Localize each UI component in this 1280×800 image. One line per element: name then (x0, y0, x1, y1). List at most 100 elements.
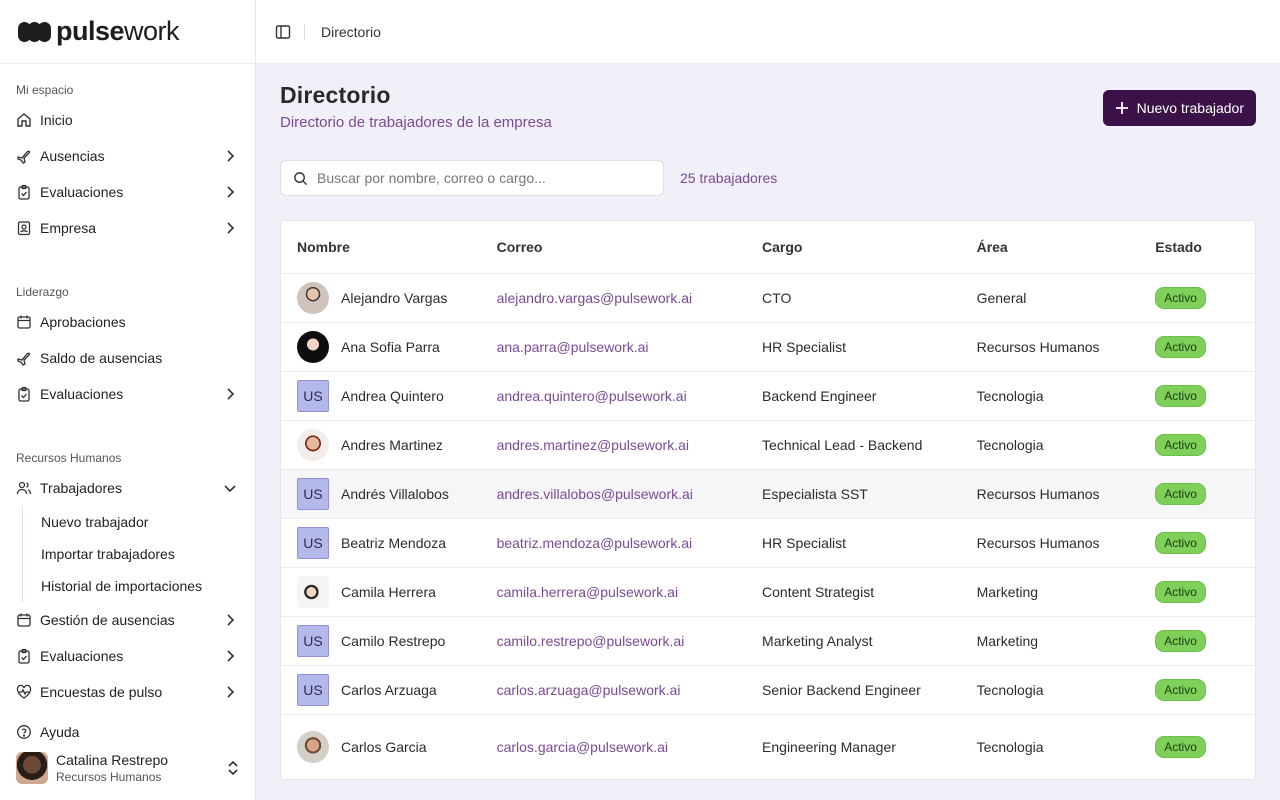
search-box[interactable] (280, 160, 664, 196)
chevron-right-icon (227, 388, 235, 400)
plus-icon (1115, 102, 1128, 114)
status-badge: Activo (1155, 532, 1206, 554)
sidebar-item-label: Trabajadores (40, 480, 122, 496)
sidebar-item-trabajadores[interactable]: Trabajadores (0, 470, 255, 506)
worker-email-link[interactable]: camilo.restrepo@pulsework.ai (497, 633, 685, 649)
worker-email-link[interactable]: andres.martinez@pulsework.ai (497, 437, 689, 453)
worker-name: Andrés Villalobos (341, 486, 449, 502)
worker-role: Marketing Analyst (762, 633, 873, 649)
topbar: Directorio (256, 0, 1280, 64)
worker-email-link[interactable]: andres.villalobos@pulsework.ai (497, 486, 693, 502)
chevron-right-icon (227, 186, 235, 198)
sidebar-item-gestion-ausencias[interactable]: Gestión de ausencias (0, 602, 255, 638)
section-label-mi-espacio: Mi espacio (16, 83, 74, 97)
column-header-correo: Correo (496, 239, 543, 255)
breadcrumb[interactable]: Directorio (321, 24, 381, 40)
avatar (297, 282, 329, 314)
column-header-nombre: Nombre (297, 239, 350, 255)
worker-area: Recursos Humanos (976, 535, 1100, 551)
worker-name: Camila Herrera (341, 584, 436, 600)
logo-mark-icon (18, 21, 51, 42)
search-input[interactable] (317, 170, 637, 186)
worker-name: Andres Martinez (341, 437, 443, 453)
worker-name: Carlos Garcia (341, 739, 427, 755)
calendar-icon (16, 314, 32, 330)
table-row[interactable]: Carlos Garcia carlos.garcia@pulsework.ai… (281, 715, 1255, 779)
sidebar-subitem-importar-trabajadores[interactable]: Importar trabajadores (23, 538, 255, 570)
status-badge: Activo (1155, 434, 1206, 456)
calendar-icon (16, 612, 32, 628)
workers-table: Nombre Correo Cargo Área Estado Alejandr… (280, 220, 1256, 780)
sidebar-item-evaluaciones-rrhh[interactable]: Evaluaciones (0, 638, 255, 674)
clipboard-check-icon (16, 184, 32, 200)
sidebar-item-ausencias[interactable]: Ausencias (0, 138, 255, 174)
worker-email-link[interactable]: camila.herrera@pulsework.ai (497, 584, 679, 600)
worker-area: Tecnologia (976, 437, 1044, 453)
new-worker-button[interactable]: Nuevo trabajador (1102, 90, 1256, 126)
table-row[interactable]: Andres Martinez andres.martinez@pulsewor… (281, 421, 1255, 470)
pulsework-logo[interactable]: pulsework (0, 0, 255, 64)
section-label-liderazgo: Liderazgo (16, 285, 69, 299)
home-icon (16, 112, 32, 128)
worker-name: Alejandro Vargas (341, 290, 448, 306)
clipboard-check-icon (16, 648, 32, 664)
help-circle-icon (16, 724, 32, 740)
status-badge: Activo (1155, 287, 1206, 309)
sidebar-item-aprobaciones[interactable]: Aprobaciones (0, 304, 255, 340)
sidebar-item-evaluaciones[interactable]: Evaluaciones (0, 174, 255, 210)
heart-pulse-icon (16, 684, 32, 700)
status-badge: Activo (1155, 581, 1206, 603)
worker-email-link[interactable]: beatriz.mendoza@pulsework.ai (497, 535, 693, 551)
table-row[interactable]: Alejandro Vargas alejandro.vargas@pulsew… (281, 274, 1255, 323)
column-header-cargo: Cargo (762, 239, 803, 255)
sidebar-item-label: Saldo de ausencias (40, 350, 163, 366)
chevron-right-icon (227, 222, 235, 234)
sidebar-item-encuestas-pulso[interactable]: Encuestas de pulso (0, 674, 255, 710)
worker-email-link[interactable]: andrea.quintero@pulsework.ai (497, 388, 687, 404)
sidebar-toggle-icon[interactable] (274, 23, 292, 41)
section-label-recursos-humanos: Recursos Humanos (16, 451, 122, 465)
sidebar-item-label: Evaluaciones (40, 184, 124, 200)
avatar: US (297, 478, 329, 510)
chevron-down-icon (224, 485, 236, 493)
column-header-area: Área (976, 239, 1008, 255)
worker-name: Camilo Restrepo (341, 633, 446, 649)
page-subtitle: Directorio de trabajadores de la empresa (280, 114, 552, 131)
sidebar-subitem-historial-importaciones[interactable]: Historial de importaciones (23, 570, 255, 602)
search-icon (294, 171, 308, 185)
table-row[interactable]: US Camilo Restrepo camilo.restrepo@pulsew… (281, 617, 1255, 666)
logo-text: pulsework (56, 16, 180, 46)
chevron-right-icon (227, 150, 235, 162)
sidebar-item-evaluaciones-liderazgo[interactable]: Evaluaciones (0, 376, 255, 412)
sidebar: pulsework Mi espacio Inicio Ausencias Ev… (0, 0, 256, 800)
status-badge: Activo (1155, 630, 1206, 652)
worker-email-link[interactable]: carlos.arzuaga@pulsework.ai (497, 682, 681, 698)
table-row[interactable]: US Carlos Arzuaga carlos.arzuaga@pulsewor… (281, 666, 1255, 715)
table-row[interactable]: US Beatriz Mendoza beatriz.mendoza@pulsew… (281, 519, 1255, 568)
table-row[interactable]: US Andrés Villalobos andres.villalobos@pu… (281, 470, 1255, 519)
sidebar-item-saldo-ausencias[interactable]: Saldo de ausencias (0, 340, 255, 376)
avatar (297, 429, 329, 461)
user-menu[interactable]: Catalina Restrepo Recursos Humanos (16, 750, 240, 786)
worker-email-link[interactable]: alejandro.vargas@pulsework.ai (497, 290, 693, 306)
table-row[interactable]: Camila Herrera camila.herrera@pulsework.… (281, 568, 1255, 617)
worker-email-link[interactable]: carlos.garcia@pulsework.ai (497, 739, 668, 755)
worker-area: Marketing (976, 584, 1039, 600)
sidebar-item-inicio[interactable]: Inicio (0, 102, 255, 138)
sidebar-item-empresa[interactable]: Empresa (0, 210, 255, 246)
avatar: US (297, 674, 329, 706)
table-row[interactable]: Ana Sofia Parra ana.parra@pulsework.ai H… (281, 323, 1255, 372)
worker-email-link[interactable]: ana.parra@pulsework.ai (497, 339, 649, 355)
status-badge: Activo (1155, 336, 1206, 358)
table-row[interactable]: US Andrea Quintero andrea.quintero@pulsew… (281, 372, 1255, 421)
worker-name: Carlos Arzuaga (341, 682, 437, 698)
sidebar-item-label: Empresa (40, 220, 97, 236)
column-header-estado: Estado (1155, 239, 1202, 255)
status-badge: Activo (1155, 385, 1206, 407)
sidebar-item-label: Evaluaciones (40, 648, 124, 664)
worker-role: HR Specialist (762, 339, 847, 355)
status-badge: Activo (1155, 736, 1206, 758)
sidebar-subitem-nuevo-trabajador[interactable]: Nuevo trabajador (23, 506, 255, 538)
badge-id-icon (16, 220, 32, 236)
sidebar-item-ayuda[interactable]: Ayuda (0, 714, 255, 750)
